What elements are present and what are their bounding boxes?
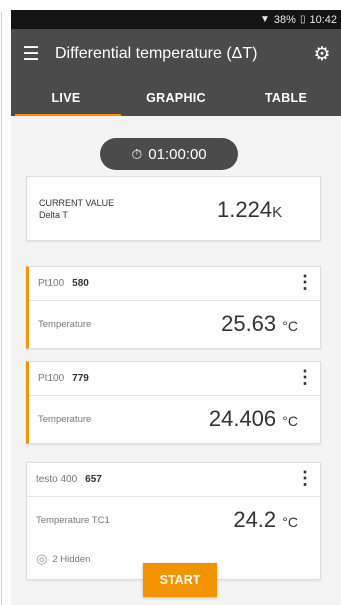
stopwatch-icon: ⏱ bbox=[131, 145, 143, 162]
measurement-label: Temperature bbox=[38, 319, 92, 330]
screenshot-frame: ▼ 38% ▯ 10:42 ☰ Differential temperature… bbox=[0, 0, 341, 605]
probe-serial: 779 bbox=[72, 373, 89, 384]
delta-t-label: Delta T bbox=[39, 209, 68, 220]
gear-icon[interactable]: ⚙ bbox=[303, 29, 341, 79]
hidden-channels[interactable]: ◎ 2 Hidden bbox=[36, 551, 90, 567]
battery-percent: 38% bbox=[273, 13, 296, 26]
current-value-card: CURRENT VALUE Delta T 1.224K bbox=[26, 176, 321, 241]
current-value-number: 1.224 bbox=[217, 197, 273, 222]
probe-type: Pt100 bbox=[38, 373, 65, 384]
phone-screen: ▼ 38% ▯ 10:42 ☰ Differential temperature… bbox=[11, 10, 341, 605]
status-bar: ▼ 38% ▯ 10:42 bbox=[11, 10, 341, 29]
measurement-label: Temperature TC1 bbox=[36, 515, 110, 526]
probe-serial: 580 bbox=[72, 278, 89, 289]
wifi-icon: ▼ bbox=[260, 14, 270, 25]
probe-body: Temperature 24.406 °C bbox=[29, 396, 320, 444]
probe-type: testo 400 bbox=[36, 474, 78, 485]
more-options-icon[interactable]: ⋮ bbox=[296, 368, 314, 386]
timer-pill[interactable]: ⏱ 01:00:00 bbox=[100, 138, 238, 170]
eye-off-icon: ◎ bbox=[36, 551, 48, 566]
battery-icon: ▯ bbox=[299, 14, 306, 25]
probe-body: Temperature TC1 24.2 °C bbox=[27, 497, 320, 545]
probe-type: Pt100 bbox=[38, 278, 65, 289]
frame-border bbox=[1, 12, 2, 605]
probe-card[interactable]: Pt100 779 ⋮ Temperature 24.406 °C bbox=[26, 361, 321, 444]
current-value-readout: 1.224K bbox=[217, 197, 282, 223]
tab-graphic[interactable]: GRAPHIC bbox=[121, 79, 231, 116]
tab-table[interactable]: TABLE bbox=[231, 79, 341, 116]
app-bar: ☰ Differential temperature (ΔT) ⚙ bbox=[11, 29, 341, 79]
timer-value: 01:00:00 bbox=[148, 145, 207, 163]
measurement-value: 25.63 °C bbox=[221, 311, 298, 337]
clock-time: 10:42 bbox=[309, 13, 337, 26]
measurement-number: 25.63 bbox=[221, 311, 277, 336]
probe-serial: 657 bbox=[85, 474, 102, 485]
page-title: Differential temperature (ΔT) bbox=[55, 45, 258, 62]
measurement-unit: °C bbox=[282, 318, 298, 334]
probe-body: Temperature 25.63 °C bbox=[29, 301, 320, 349]
measurement-unit: °C bbox=[282, 413, 298, 429]
probe-header: Pt100 580 ⋮ bbox=[29, 267, 320, 301]
measurement-unit: °C bbox=[282, 514, 298, 530]
more-options-icon[interactable]: ⋮ bbox=[296, 273, 314, 291]
current-value-unit: K bbox=[272, 204, 283, 221]
measurement-number: 24.406 bbox=[208, 406, 277, 431]
measurement-value: 24.406 °C bbox=[209, 406, 298, 432]
start-button[interactable]: START bbox=[143, 563, 217, 597]
tab-live[interactable]: LIVE bbox=[11, 79, 121, 116]
measurement-value: 24.2 °C bbox=[233, 507, 298, 533]
probe-header: Pt100 779 ⋮ bbox=[29, 362, 320, 396]
current-value-label: CURRENT VALUE bbox=[39, 197, 115, 208]
probe-card[interactable]: Pt100 580 ⋮ Temperature 25.63 °C bbox=[26, 266, 321, 349]
hidden-count: 2 Hidden bbox=[52, 553, 91, 565]
current-value-labels: CURRENT VALUE Delta T bbox=[39, 197, 114, 221]
probe-header: testo 400 657 ⋮ bbox=[27, 463, 320, 497]
measurement-label: Temperature bbox=[38, 414, 92, 425]
measurement-number: 24.2 bbox=[233, 507, 277, 532]
more-options-icon[interactable]: ⋮ bbox=[296, 469, 314, 487]
tab-bar: LIVE GRAPHIC TABLE bbox=[11, 79, 341, 116]
menu-icon[interactable]: ☰ bbox=[11, 29, 51, 79]
